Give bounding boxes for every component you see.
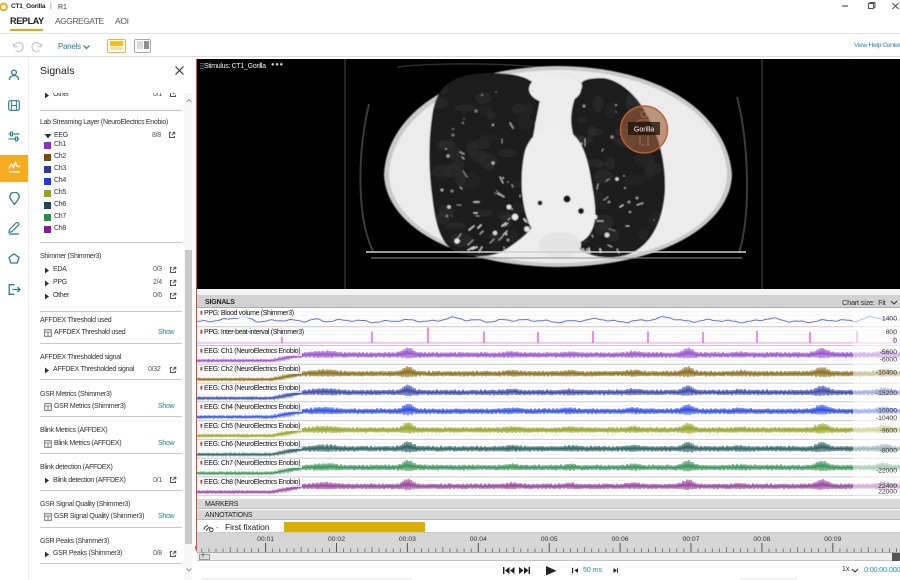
svg-text:-15200: -15200 — [876, 390, 897, 397]
svg-text:-8000: -8000 — [880, 447, 898, 454]
svg-text:1400: 1400 — [882, 315, 897, 322]
svg-text:00:03: 00:03 — [399, 536, 416, 543]
svg-text:-22000: -22000 — [876, 467, 897, 474]
svg-text:Gorilla: Gorilla — [634, 127, 654, 134]
svg-text:00:07: 00:07 — [682, 536, 699, 543]
svg-text:-10000: -10000 — [876, 407, 897, 414]
svg-text:00:09: 00:09 — [824, 536, 841, 543]
svg-text:-10400: -10400 — [876, 415, 897, 422]
svg-text:-9600: -9600 — [880, 427, 898, 434]
svg-text:22000: 22000 — [878, 488, 897, 495]
svg-text:00:08: 00:08 — [753, 536, 770, 543]
svg-text:-5600: -5600 — [880, 349, 898, 356]
svg-text:800: 800 — [886, 329, 898, 336]
svg-text:00:06: 00:06 — [612, 536, 629, 543]
svg-text:0: 0 — [893, 337, 897, 344]
svg-text:-10400: -10400 — [876, 369, 897, 376]
svg-text:00:01: 00:01 — [257, 536, 274, 543]
svg-text:00:05: 00:05 — [541, 536, 558, 543]
svg-text:-6000: -6000 — [880, 356, 898, 363]
svg-text:00:04: 00:04 — [470, 536, 487, 543]
svg-text:00:02: 00:02 — [328, 536, 345, 543]
